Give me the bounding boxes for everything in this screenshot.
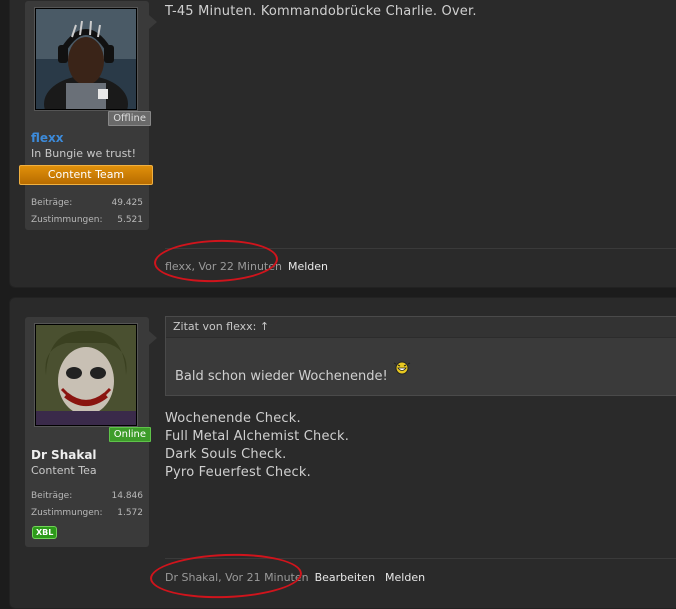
avatar[interactable] (35, 8, 137, 110)
status-badge: Online (108, 427, 151, 442)
post-author-card: Offline flexx In Bungie we trust! Conten… (19, 1, 157, 230)
post-message: T-45 Minuten. Kommandobrücke Charlie. Ov… (165, 3, 477, 21)
username-link[interactable]: Dr Shakal (31, 448, 97, 462)
message-line: Full Metal Alchemist Check. (165, 429, 350, 444)
report-button[interactable]: Melden (288, 260, 328, 273)
stat-label: Beiträge: (31, 198, 73, 208)
red-highlight-circle (153, 237, 279, 285)
post-author-card: Online Dr Shakal Content Tea Beiträge: 1… (25, 317, 157, 547)
post-message: Wochenende Check. Full Metal Alchemist C… (165, 410, 349, 482)
user-title: Content Tea (31, 464, 97, 477)
rank-banner: Content Team (19, 165, 153, 185)
message-line: Dark Souls Check. (165, 447, 287, 462)
stat-value: 5.521 (117, 215, 143, 225)
message-line: T-45 Minuten. Kommandobrücke Charlie. Ov… (165, 4, 477, 19)
stat-label: Zustimmungen: (31, 215, 103, 225)
user-title: In Bungie we trust! (31, 147, 137, 160)
report-button[interactable]: Melden (385, 571, 425, 584)
edit-button[interactable]: Bearbeiten (315, 571, 375, 584)
stat-label: Beiträge: (31, 491, 73, 501)
avatar[interactable] (35, 324, 137, 426)
status-badge: Offline (108, 111, 151, 126)
quote-text: Bald schon wieder Wochenende! (175, 369, 388, 384)
message-line: Wochenende Check. (165, 411, 301, 426)
laughing-smiley-icon (393, 361, 411, 375)
stat-value: 49.425 (111, 198, 144, 208)
post-1: Offline flexx In Bungie we trust! Conten… (9, 0, 676, 288)
message-line: Pyro Feuerfest Check. (165, 465, 311, 480)
username-link[interactable]: flexx (31, 131, 64, 145)
stat-value: 1.572 (117, 508, 143, 518)
stat-value: 14.846 (111, 491, 144, 501)
post-2: Online Dr Shakal Content Tea Beiträge: 1… (9, 297, 676, 609)
quote-box: Zitat von flexx: ↑ Bald schon wieder Woc… (165, 316, 676, 396)
quote-header[interactable]: Zitat von flexx: ↑ (166, 317, 676, 338)
xbl-badge[interactable]: XBL (32, 526, 58, 539)
stat-label: Zustimmungen: (31, 508, 103, 518)
